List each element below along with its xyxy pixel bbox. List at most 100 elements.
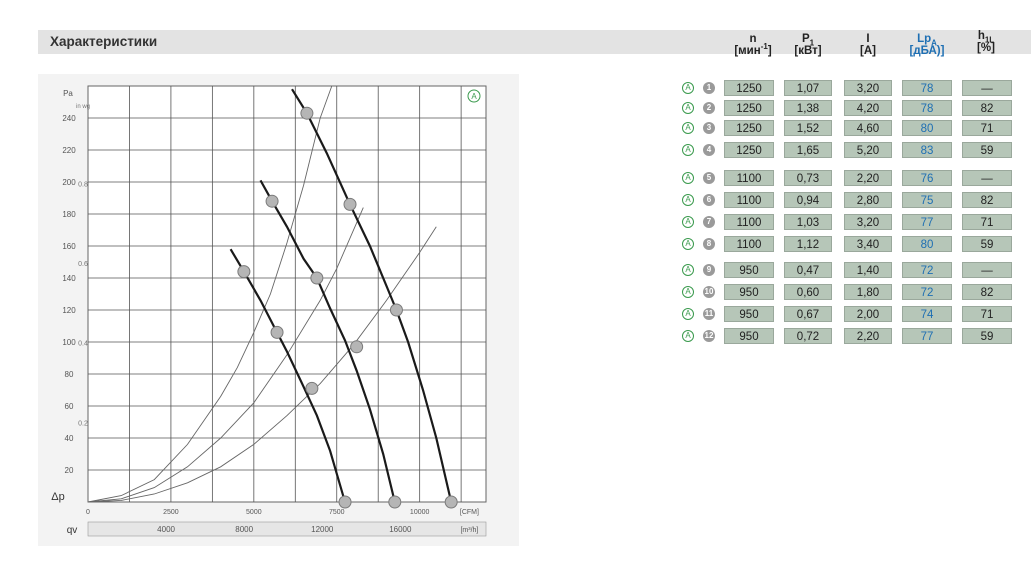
operating-point-marker xyxy=(350,340,364,354)
y-tick-label: 60 xyxy=(65,402,74,411)
operating-point-marker xyxy=(388,495,402,509)
cell-lpa: 76 xyxy=(902,170,952,186)
y-tick-label: 120 xyxy=(62,306,76,315)
cell-i: 2,00 xyxy=(844,306,892,322)
cell-i: 2,80 xyxy=(844,192,892,208)
m3h-axis-band xyxy=(87,521,487,537)
operating-point-marker xyxy=(389,303,403,317)
cell-lpa: 83 xyxy=(902,142,952,158)
cell-p1: 1,12 xyxy=(784,236,832,252)
curve-letter-icon: A xyxy=(682,82,694,94)
curve-letter-icon: A xyxy=(682,102,694,114)
header-h-unit: [%] xyxy=(977,42,995,54)
corner-curve-letter: A xyxy=(471,92,477,101)
cell-lpa: 80 xyxy=(902,120,952,136)
x-cfm-unit: [CFM] xyxy=(460,509,479,516)
chart-svg: 20 40 60 80 100 120 140 160 180 200 220 240 0.2 0.4 0.… xyxy=(51,85,487,537)
operating-point-marker xyxy=(305,381,319,395)
curve-letter-icon: A xyxy=(682,194,694,206)
cell-n: 950 xyxy=(724,262,774,278)
curve-letter-icon: A xyxy=(682,144,694,156)
cell-i: 4,60 xyxy=(844,120,892,136)
point-number-badge: 4 xyxy=(703,144,715,156)
cell-lpa: 77 xyxy=(902,214,952,230)
cell-n: 1100 xyxy=(724,236,774,252)
page-title: Характеристики xyxy=(50,34,158,49)
curve-letter-icon: A xyxy=(682,264,694,276)
x-cfm-tick-label: 2500 xyxy=(163,509,179,516)
cell-i: 1,80 xyxy=(844,284,892,300)
cell-p1: 1,38 xyxy=(784,100,832,116)
cell-p1: 0,67 xyxy=(784,306,832,322)
header-lpa-main: Lp xyxy=(917,33,932,45)
point-number-badge: 10 xyxy=(703,286,715,298)
cell-lpa: 72 xyxy=(902,284,952,300)
curve-letter-icon: A xyxy=(682,330,694,342)
operating-point-marker xyxy=(270,325,284,339)
header-i: I [A] xyxy=(844,33,892,57)
cell-lpa: 74 xyxy=(902,306,952,322)
cell-p1: 0,73 xyxy=(784,170,832,186)
cell-p1: 0,72 xyxy=(784,328,832,344)
operating-point-marker xyxy=(444,495,458,509)
operating-point-marker xyxy=(237,265,251,279)
point-number-badge: 5 xyxy=(703,172,715,184)
cell-n: 1250 xyxy=(724,120,774,136)
y-tick-label: 20 xyxy=(65,466,74,475)
y-tick-label: 80 xyxy=(65,370,74,379)
y-tick-label: 240 xyxy=(62,114,76,123)
cell-i: 3,20 xyxy=(844,80,892,96)
cell-p1: 0,47 xyxy=(784,262,832,278)
cell-lpa: 77 xyxy=(902,328,952,344)
cell-n: 1250 xyxy=(724,100,774,116)
cell-h: 82 xyxy=(962,100,1012,116)
cell-lpa: 80 xyxy=(902,236,952,252)
y-tick-label: 40 xyxy=(65,434,74,443)
y-tick-label: 140 xyxy=(62,274,76,283)
y-tick-label: 200 xyxy=(62,178,76,187)
cell-h: — xyxy=(962,80,1012,96)
cell-n: 950 xyxy=(724,328,774,344)
cell-n: 950 xyxy=(724,284,774,300)
cell-h: 59 xyxy=(962,328,1012,344)
operating-point-marker xyxy=(265,194,279,208)
y-tick-label: 160 xyxy=(62,242,76,251)
point-number-badge: 2 xyxy=(703,102,715,114)
cell-n: 1100 xyxy=(724,192,774,208)
cell-h: 59 xyxy=(962,142,1012,158)
point-number-badge: 1 xyxy=(703,82,715,94)
operating-point-marker xyxy=(310,271,324,285)
point-number-badge: 8 xyxy=(703,238,715,250)
y-tick-label: 220 xyxy=(62,146,76,155)
point-number-badge: 3 xyxy=(703,122,715,134)
header-p1-main: P xyxy=(801,33,810,45)
header-n-unit: [мин xyxy=(734,45,761,57)
cell-p1: 0,94 xyxy=(784,192,832,208)
y-inwg-tick-label: 0.6 xyxy=(78,261,88,268)
y-axis-label: Δp xyxy=(51,491,64,503)
x-m3h-unit: [m³/h] xyxy=(460,527,478,534)
header-n-unit-end: ] xyxy=(767,45,772,57)
header-p1-unit: [кВт] xyxy=(794,45,822,57)
curve-letter-icon: A xyxy=(682,308,694,320)
plot-area xyxy=(87,85,487,503)
x-axis-label: qv xyxy=(67,525,78,536)
cell-n: 1100 xyxy=(724,214,774,230)
cell-p1: 1,52 xyxy=(784,120,832,136)
cell-p1: 0,60 xyxy=(784,284,832,300)
point-number-badge: 9 xyxy=(703,264,715,276)
cell-i: 2,20 xyxy=(844,328,892,344)
y-tick-label: 100 xyxy=(62,338,76,347)
cell-p1: 1,03 xyxy=(784,214,832,230)
cell-h: 59 xyxy=(962,236,1012,252)
cell-n: 1100 xyxy=(724,170,774,186)
point-number-badge: 11 xyxy=(703,308,715,320)
cell-h: 82 xyxy=(962,284,1012,300)
cell-n: 950 xyxy=(724,306,774,322)
y-inwg-unit: in wg xyxy=(76,104,90,110)
header-n-unit-sup: -1 xyxy=(760,42,768,52)
x-m3h-tick-label: 8000 xyxy=(235,525,253,534)
cell-i: 3,20 xyxy=(844,214,892,230)
x-m3h-tick-label: 12000 xyxy=(311,525,334,534)
cell-h: — xyxy=(962,262,1012,278)
